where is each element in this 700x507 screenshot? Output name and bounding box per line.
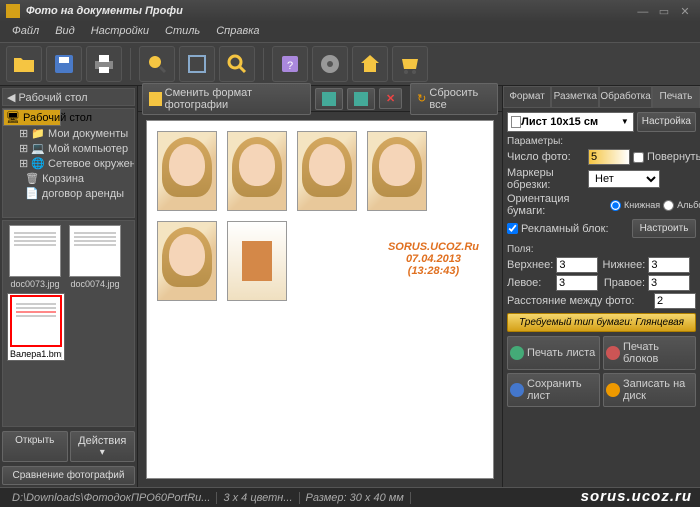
main-toolbar: ? xyxy=(0,42,700,86)
tab-print[interactable]: Печать xyxy=(652,86,700,108)
reset-all-button[interactable]: ↻ Сбросить все xyxy=(410,83,498,115)
video-button[interactable] xyxy=(312,46,348,82)
print-blocks-button[interactable]: Печать блоков xyxy=(603,336,696,370)
photo-slot[interactable] xyxy=(297,131,357,211)
tree-item[interactable]: ⊞ 🌐 Сетевое окружение xyxy=(3,156,134,171)
cart-button[interactable] xyxy=(392,46,428,82)
print-canvas: SORUS.UCOZ.Ru 07.04.2013 (13:28:43) xyxy=(146,120,494,479)
change-format-button[interactable]: Сменить формат фотографии xyxy=(142,83,311,115)
photo-slot[interactable] xyxy=(367,131,427,211)
app-icon xyxy=(6,4,20,18)
search-button[interactable] xyxy=(219,46,255,82)
search-person-button[interactable] xyxy=(139,46,175,82)
open-folder-button[interactable] xyxy=(6,46,42,82)
tabs: Формат Разметка Обработка Печать xyxy=(503,86,700,108)
photo-slot[interactable] xyxy=(227,131,287,211)
thumbnail-grid: doc0073.jpg doc0074.jpg Валера1.bmp xyxy=(2,220,135,427)
ad-checkbox[interactable] xyxy=(507,223,518,234)
photo-count-input[interactable] xyxy=(588,149,630,165)
menu-view[interactable]: Вид xyxy=(47,22,83,42)
titlebar: Фото на документы Профи — ▭ ✕ xyxy=(0,0,700,22)
brand-watermark: sorus.ucoz.ru xyxy=(581,488,692,505)
thumbnail[interactable]: doc0073.jpg xyxy=(7,225,63,289)
center-panel: Сменить формат фотографии ✕ ↻ Сбросить в… xyxy=(138,86,502,487)
tree-item[interactable]: ⊞ 💻 Мой компьютер xyxy=(3,141,134,156)
status-path: D:\Downloads\ФотодокПРО60PortRu... xyxy=(6,492,217,504)
sheet-select[interactable]: Лист 10x15 см xyxy=(507,112,634,132)
frame-button[interactable] xyxy=(179,46,215,82)
ad-config-button[interactable]: Настроить xyxy=(632,219,696,238)
rotate-right-button[interactable] xyxy=(347,88,375,110)
burn-disc-button[interactable]: Записать на диск xyxy=(603,373,696,407)
print-button[interactable] xyxy=(86,46,122,82)
status-size: Размер: 30 x 40 мм xyxy=(300,492,411,504)
delete-button[interactable]: ✕ xyxy=(379,88,402,109)
rotate-checkbox[interactable] xyxy=(633,152,644,163)
compare-button[interactable]: Сравнение фотографий xyxy=(2,466,135,485)
folder-tree[interactable]: 🖥 Рабочий стол ⊞ 📁 Мои документы ⊞ 💻 Мой… xyxy=(2,108,135,218)
status-mode: 3 x 4 цветн... xyxy=(217,492,299,504)
menu-file[interactable]: Файл xyxy=(4,22,47,42)
tree-item[interactable]: 📄 договор аренды xyxy=(3,186,134,201)
orient-landscape-radio[interactable] xyxy=(663,200,674,211)
orient-portrait-radio[interactable] xyxy=(610,200,621,211)
left-panel: ◀ Рабочий стол 🖥 Рабочий стол ⊞ 📁 Мои до… xyxy=(0,86,138,487)
print-sheet-button[interactable]: Печать листа xyxy=(507,336,600,370)
help-button[interactable]: ? xyxy=(272,46,308,82)
svg-text:?: ? xyxy=(287,60,293,72)
home-button[interactable] xyxy=(352,46,388,82)
tab-layout[interactable]: Разметка xyxy=(551,86,599,108)
thumbnail[interactable]: Валера1.bmp xyxy=(7,293,65,361)
right-panel: Формат Разметка Обработка Печать Лист 10… xyxy=(502,86,700,487)
margin-bottom-input[interactable] xyxy=(648,257,690,273)
menu-help[interactable]: Справка xyxy=(208,22,267,42)
close-button[interactable]: ✕ xyxy=(676,5,694,18)
tree-item[interactable]: 🗑 Корзина xyxy=(3,171,134,186)
watermark: SORUS.UCOZ.Ru 07.04.2013 (13:28:43) xyxy=(388,241,479,277)
app-title: Фото на документы Профи xyxy=(26,5,634,17)
gap-input[interactable] xyxy=(654,293,696,309)
menu-settings[interactable]: Настройки xyxy=(83,22,157,42)
tab-edit[interactable]: Обработка xyxy=(599,86,651,108)
paper-type-label: Требуемый тип бумаги: Глянцевая xyxy=(507,313,696,332)
edit-toolbar: Сменить формат фотографии ✕ ↻ Сбросить в… xyxy=(138,86,502,112)
tree-item[interactable]: ⊞ 📁 Мои документы xyxy=(3,126,134,141)
ad-block-icon xyxy=(227,221,287,301)
breadcrumb[interactable]: ◀ Рабочий стол xyxy=(2,88,135,106)
photo-slot[interactable] xyxy=(157,221,217,301)
actions-button[interactable]: Действия ▾ xyxy=(70,431,136,462)
thumbnail[interactable]: doc0074.jpg xyxy=(67,225,123,289)
save-button[interactable] xyxy=(46,46,82,82)
rotate-left-button[interactable] xyxy=(315,88,343,110)
margin-top-input[interactable] xyxy=(556,257,598,273)
margins-header: Поля: xyxy=(507,244,696,255)
menu-style[interactable]: Стиль xyxy=(157,22,208,42)
minimize-button[interactable]: — xyxy=(634,6,652,18)
margin-right-input[interactable] xyxy=(648,275,690,291)
params-header: Параметры: xyxy=(507,136,696,147)
open-button[interactable]: Открыть xyxy=(2,431,68,462)
menubar: Файл Вид Настройки Стиль Справка xyxy=(0,22,700,42)
margin-left-input[interactable] xyxy=(556,275,598,291)
maximize-button[interactable]: ▭ xyxy=(655,5,673,18)
config-button[interactable]: Настройка xyxy=(637,112,696,132)
crop-select[interactable]: Нет xyxy=(588,170,660,188)
tab-format[interactable]: Формат xyxy=(503,86,551,108)
tree-item[interactable]: 🖥 Рабочий стол xyxy=(3,109,61,126)
save-sheet-button[interactable]: Сохранить лист xyxy=(507,373,600,407)
photo-slot[interactable] xyxy=(157,131,217,211)
